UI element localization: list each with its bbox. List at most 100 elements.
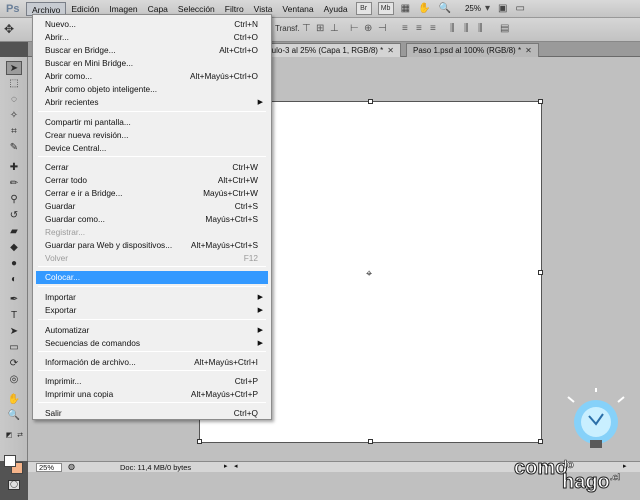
menu-item-shortcut: Ctrl+W — [232, 162, 258, 172]
menu-item-21[interactable]: Automatizar ▶ — [36, 324, 268, 337]
menu-item-3[interactable]: Buscar en Mini Bridge... — [36, 57, 268, 70]
align-bottom-icon[interactable]: ⊥ — [330, 23, 339, 34]
marquee-tool-icon[interactable]: ⬚ — [6, 77, 22, 91]
transform-handle-bottom-left[interactable] — [197, 439, 202, 444]
menu-separator — [38, 402, 266, 403]
menu-item-label: Guardar como... — [45, 214, 105, 224]
menu-item-26[interactable]: Salir Ctrl+Q — [36, 407, 268, 420]
transform-handle-top[interactable] — [368, 99, 373, 104]
scroll-left-icon[interactable]: ◂ — [234, 462, 238, 470]
grid-icon[interactable]: ▦ — [401, 3, 410, 14]
status-icon[interactable]: ◍ — [68, 462, 75, 471]
type-tool-icon[interactable]: T — [6, 309, 22, 323]
menu-item-4[interactable]: Abrir como... Alt+Mayús+Ctrl+O — [36, 70, 268, 83]
dodge-tool-icon[interactable]: ◐ — [6, 273, 22, 287]
bridge-icon[interactable]: Br — [355, 2, 372, 15]
menu-item-16[interactable]: Guardar para Web y dispositivos... Alt+Ma… — [36, 239, 268, 252]
healing-brush-tool-icon[interactable]: ✚ — [6, 161, 22, 175]
default-colors-icon[interactable]: ◩ — [4, 429, 14, 443]
move-tool-options-icon[interactable]: ✥ — [4, 22, 14, 36]
menu-item-label: Salir — [45, 408, 62, 418]
zoom-menubar-icon[interactable]: 🔍 — [438, 3, 450, 14]
align-center-icon[interactable]: ⊕ — [364, 23, 372, 34]
menu-item-18[interactable]: Colocar... — [36, 271, 268, 284]
menu-item-24[interactable]: Imprimir... Ctrl+P — [36, 375, 268, 388]
hand-menubar-icon[interactable]: ✋ — [418, 3, 430, 14]
blur-tool-icon[interactable]: ● — [6, 257, 22, 271]
menu-item-9[interactable]: Device Central... — [36, 142, 268, 155]
menu-item-2[interactable]: Buscar en Bridge... Alt+Ctrl+O — [36, 44, 268, 57]
transform-handle-bottom[interactable] — [368, 439, 373, 444]
menu-item-6[interactable]: Abrir recientes ▶ — [36, 96, 268, 109]
menu-item-23[interactable]: Información de archivo... Alt+Mayús+Ctrl+… — [36, 356, 268, 369]
distribute-top-icon[interactable]: ≡ — [402, 23, 408, 34]
pen-tool-icon[interactable]: ✒ — [6, 293, 22, 307]
zoom-tool-icon[interactable]: 🔍 — [6, 409, 22, 423]
mini-bridge-icon[interactable]: Mb — [377, 2, 394, 15]
menu-item-0[interactable]: Nuevo... Ctrl+N — [36, 18, 268, 31]
lightbulb-icon — [567, 388, 625, 448]
tab-document-2[interactable]: Paso 1.psd al 100% (RGB/8) * ✕ — [406, 43, 539, 57]
hand-tool-icon[interactable]: ✋ — [6, 393, 22, 407]
menu-ventana[interactable]: Ventana — [277, 2, 318, 16]
move-tool-icon[interactable]: ➤ — [6, 61, 22, 75]
path-selection-tool-icon[interactable]: ➤ — [6, 325, 22, 339]
quick-selection-tool-icon[interactable]: ✧ — [6, 109, 22, 123]
menu-item-7[interactable]: Compartir mi pantalla... — [36, 116, 268, 129]
menu-item-11[interactable]: Cerrar todo Alt+Ctrl+W — [36, 174, 268, 187]
quick-mask-icon[interactable]: ◯ — [8, 480, 20, 490]
distribute-center-icon[interactable]: ⫼ — [464, 23, 469, 34]
menu-item-10[interactable]: Cerrar Ctrl+W — [36, 161, 268, 174]
transform-handle-right[interactable] — [538, 270, 543, 275]
align-middle-icon[interactable]: ⊞ — [316, 23, 324, 34]
menu-ayuda[interactable]: Ayuda — [319, 2, 353, 16]
tab-document-1[interactable]: título-3 al 25% (Capa 1, RGB/8) * ✕ — [258, 43, 401, 57]
menu-item-12[interactable]: Cerrar e ir a Bridge... Mayús+Ctrl+W — [36, 187, 268, 200]
clone-stamp-tool-icon[interactable]: ⚲ — [6, 193, 22, 207]
auto-align-icon[interactable]: ▤ — [500, 23, 509, 34]
crop-tool-icon[interactable]: ⌗ — [6, 125, 22, 139]
distribute-middle-icon[interactable]: ≡ — [416, 23, 422, 34]
status-zoom-input[interactable]: 25% — [36, 463, 62, 472]
transform-controls-label: Transf. — [275, 24, 300, 33]
menu-item-20[interactable]: Exportar ▶ — [36, 304, 268, 317]
close-icon[interactable]: ✕ — [387, 46, 394, 55]
distribute-bottom-icon[interactable]: ≡ — [430, 23, 436, 34]
status-menu-arrow-icon[interactable]: ▸ — [224, 462, 228, 470]
align-right-icon[interactable]: ⊣ — [378, 23, 387, 34]
rectangle-tool-icon[interactable]: ▭ — [6, 341, 22, 355]
menu-item-14[interactable]: Guardar como... Mayús+Ctrl+S — [36, 213, 268, 226]
brush-tool-icon[interactable]: ✏ — [6, 177, 22, 191]
menu-item-1[interactable]: Abrir... Ctrl+O — [36, 31, 268, 44]
close-icon[interactable]: ✕ — [525, 46, 532, 55]
distribute-left-icon[interactable]: ⫼ — [450, 23, 455, 34]
transform-center-icon[interactable]: ⌖ — [366, 268, 372, 281]
paint-bucket-tool-icon[interactable]: ◆ — [6, 241, 22, 255]
zoom-level-select[interactable]: 25% — [465, 4, 481, 13]
eraser-tool-icon[interactable]: ▰ — [6, 225, 22, 239]
foreground-color-swatch[interactable] — [4, 455, 16, 467]
arrange-documents-icon[interactable]: ▣ — [498, 3, 507, 14]
align-top-icon[interactable]: ⊤ — [302, 23, 311, 34]
align-left-icon[interactable]: ⊢ — [350, 23, 359, 34]
menu-item-25[interactable]: Imprimir una copia Alt+Mayús+Ctrl+P — [36, 388, 268, 401]
eyedropper-tool-icon[interactable]: ✎ — [6, 141, 22, 155]
logo-word-como: como — [514, 457, 567, 479]
menu-item-8[interactable]: Crear nueva revisión... — [36, 129, 268, 142]
menu-item-22[interactable]: Secuencias de comandos ▶ — [36, 337, 268, 350]
menu-item-shortcut: Mayús+Ctrl+W — [203, 188, 258, 198]
menu-item-13[interactable]: Guardar Ctrl+S — [36, 200, 268, 213]
3d-orbit-tool-icon[interactable]: ◎ — [6, 373, 22, 387]
menu-item-shortcut: Alt+Mayús+Ctrl+S — [190, 240, 258, 250]
lasso-tool-icon[interactable]: ◌ — [6, 93, 22, 107]
transform-handle-top-right[interactable] — [538, 99, 543, 104]
history-brush-tool-icon[interactable]: ↺ — [6, 209, 22, 223]
menu-item-5[interactable]: Abrir como objeto inteligente... — [36, 83, 268, 96]
menu-item-label: Colocar... — [45, 272, 81, 282]
chevron-down-icon[interactable]: ▾ — [485, 3, 490, 14]
screen-mode-icon[interactable]: ▭ — [515, 3, 524, 14]
distribute-right-icon[interactable]: ⫼ — [478, 23, 483, 34]
menu-item-19[interactable]: Importar ▶ — [36, 291, 268, 304]
swap-colors-icon[interactable]: ⇄ — [15, 429, 25, 443]
3d-rotate-tool-icon[interactable]: ⟳ — [6, 357, 22, 371]
